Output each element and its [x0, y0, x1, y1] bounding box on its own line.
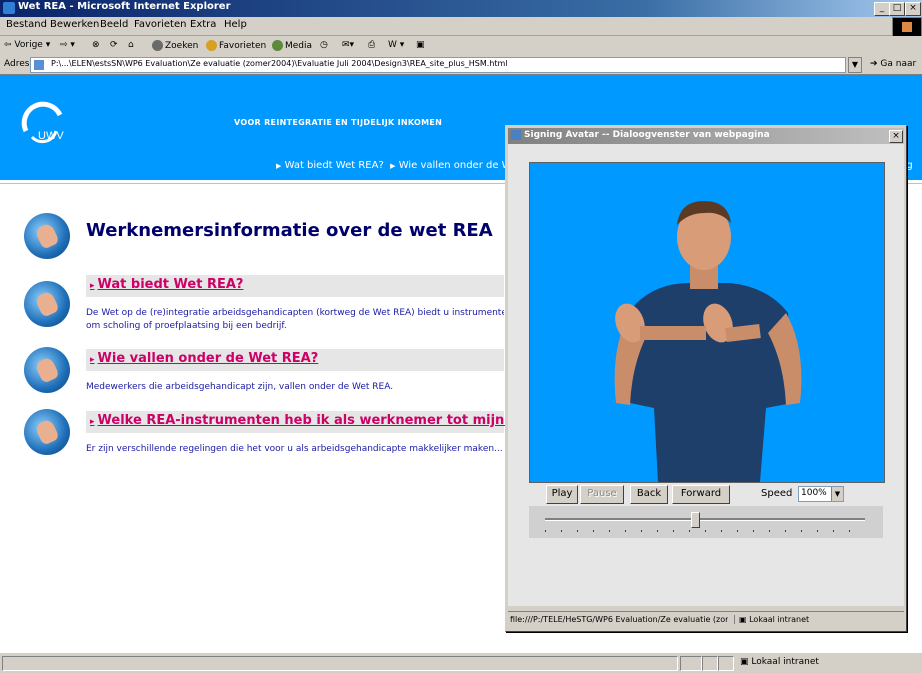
dialog-body: Play Pause Back Forward Speed 100% ▼ — [508, 144, 904, 606]
section-link[interactable]: ▸ Wie vallen onder de Wet REA? — [90, 351, 318, 366]
body-line: Er zijn verschillende regelingen die het… — [86, 444, 503, 454]
sign-hand-icon — [24, 213, 70, 259]
menu-bestand[interactable]: Bestand — [6, 19, 47, 30]
uwv-logo[interactable]: UWV — [16, 101, 70, 149]
discuss-icon[interactable]: ▣ — [416, 40, 425, 50]
refresh-icon[interactable]: ⟳ — [110, 40, 118, 50]
nav-wat-biedt[interactable]: Wat biedt Wet REA? — [285, 160, 384, 171]
section-header: ▸ Wat biedt Wet REA? — [86, 275, 504, 297]
slider-track[interactable] — [545, 518, 865, 521]
back-button[interactable]: ⇦ Vorige ▾ — [4, 40, 50, 50]
dialog-close-button[interactable]: × — [889, 130, 903, 143]
media-button[interactable]: Media — [272, 40, 312, 51]
edit-icon[interactable]: W ▾ — [388, 40, 404, 50]
sign-hand-icon[interactable] — [24, 409, 70, 455]
print-icon[interactable]: ⎙ — [368, 40, 375, 50]
address-input[interactable]: P:\...\ELEN\estsSN\WP6 Evaluation\Ze eva… — [30, 57, 846, 73]
window-title-bar: Wet REA - Microsoft Internet Explorer _ … — [0, 0, 922, 17]
section-header: ▸ Wie vallen onder de Wet REA? — [86, 349, 504, 371]
menu-beeld[interactable]: Beeld — [100, 19, 128, 30]
status-text-panel — [2, 656, 678, 671]
dialog-title-bar[interactable]: Signing Avatar -- Dialoogvenster van web… — [508, 128, 904, 144]
page-icon — [34, 60, 44, 70]
toolbar: ⇦ Vorige ▾ ⇨ ▾ ⊗ ⟳ ⌂ Zoeken Favorieten M… — [0, 36, 922, 57]
dialog-status-bar: file:///P:/TELE/HeSTG/WP6 Evaluation/Ze … — [508, 611, 904, 629]
section-body: De Wet op de (re)integratie arbeidsgehan… — [86, 307, 504, 333]
pause-button[interactable]: Pause — [580, 485, 624, 504]
minimize-button[interactable]: _ — [874, 2, 890, 16]
avatar-video — [529, 162, 885, 483]
window-title: Wet REA - Microsoft Internet Explorer — [18, 1, 231, 12]
menu-extra[interactable]: Extra — [190, 19, 216, 30]
section-title: Wat biedt Wet REA? — [97, 277, 244, 292]
media-label: Media — [285, 41, 313, 51]
sign-hand-icon[interactable] — [24, 347, 70, 393]
menu-bar: Bestand Bewerken Beeld Favorieten Extra … — [0, 17, 922, 36]
search-label: Zoeken — [165, 41, 199, 51]
position-slider — [529, 506, 883, 538]
section-body: Medewerkers die arbeidsgehandicapt zijn,… — [86, 381, 504, 394]
chevron-down-icon: ▼ — [831, 487, 843, 501]
menu-bewerken[interactable]: Bewerken — [50, 19, 99, 30]
signing-avatar-dialog: Signing Avatar -- Dialoogvenster van web… — [505, 125, 907, 632]
favorites-button[interactable]: Favorieten — [206, 40, 266, 51]
search-button[interactable]: Zoeken — [152, 40, 198, 51]
status-zone: ▣ Lokaal intranet — [740, 657, 819, 667]
go-label: Ga naar — [880, 59, 917, 69]
home-icon[interactable]: ⌂ — [128, 40, 134, 50]
ie-icon — [3, 2, 15, 14]
media-icon — [272, 40, 283, 51]
body-line: om scholing of proefplaatsing bij een be… — [86, 321, 287, 331]
mail-icon[interactable]: ✉▾ — [342, 40, 354, 50]
maximize-button[interactable]: □ — [889, 2, 905, 16]
signing-avatar-figure — [614, 201, 802, 482]
dialog-zone: ▣ Lokaal intranet — [734, 615, 809, 624]
status-bar: ▣ Lokaal intranet — [0, 652, 922, 673]
go-button[interactable]: ➔ Ga naar — [870, 59, 916, 69]
play-button[interactable]: Play — [546, 485, 578, 504]
menu-favorieten[interactable]: Favorieten — [134, 19, 186, 30]
body-line: De Wet op de (re)integratie arbeidsgehan… — [86, 308, 504, 318]
body-line: Medewerkers die arbeidsgehandicapt zijn,… — [86, 382, 394, 392]
history-icon[interactable]: ◷ — [320, 40, 328, 50]
stop-icon[interactable]: ⊗ — [92, 40, 100, 50]
address-label: Adres — [4, 59, 30, 69]
section-title: Wie vallen onder de Wet REA? — [97, 351, 319, 366]
status-panel — [702, 656, 718, 671]
dialog-title: Signing Avatar -- Dialoogvenster van web… — [524, 130, 770, 140]
speed-label: Speed — [761, 488, 793, 499]
dialog-zone-label: Lokaal intranet — [749, 615, 810, 624]
slider-ticks — [545, 530, 865, 532]
section-body: Er zijn verschillende regelingen die het… — [86, 443, 504, 456]
slider-thumb[interactable] — [691, 512, 701, 528]
section-header: ▸ Welke REA-instrumenten heb ik als werkn… — [86, 411, 604, 433]
favorites-label: Favorieten — [219, 41, 267, 51]
forward-button[interactable]: ⇨ ▾ — [60, 40, 75, 50]
favorites-icon — [206, 40, 217, 51]
banner-tagline: VOOR REINTEGRATIE EN TIJDELIJK INKOMEN — [234, 118, 443, 127]
close-button[interactable]: × — [905, 2, 921, 16]
address-dropdown-icon[interactable]: ▼ — [848, 57, 862, 73]
menu-help[interactable]: Help — [224, 19, 247, 30]
page-title: Werknemersinformatie over de wet REA — [86, 220, 493, 241]
status-panel — [718, 656, 734, 671]
speed-select[interactable]: 100% ▼ — [798, 486, 844, 502]
speed-value: 100% — [801, 488, 827, 498]
address-url: P:\...\ELEN\estsSN\WP6 Evaluation\Ze eva… — [51, 59, 508, 68]
zone-label: Lokaal intranet — [751, 657, 819, 667]
sign-hand-icon[interactable] — [24, 281, 70, 327]
logo-text: UWV — [38, 130, 64, 142]
forward-button[interactable]: Forward — [672, 485, 730, 504]
address-bar: Adres P:\...\ELEN\estsSN\WP6 Evaluation\… — [0, 56, 922, 75]
section-link[interactable]: ▸ Wat biedt Wet REA? — [90, 277, 243, 292]
back-button[interactable]: Back — [630, 485, 668, 504]
dialog-icon — [511, 130, 521, 140]
status-panel — [680, 656, 702, 671]
back-label: Vorige — [14, 40, 43, 50]
dialog-status-text: file:///P:/TELE/HeSTG/WP6 Evaluation/Ze … — [510, 615, 728, 624]
search-icon — [152, 40, 163, 51]
banner-nav: ▶ Wat biedt Wet REA? ▶ Wie vallen onder … — [276, 160, 531, 171]
